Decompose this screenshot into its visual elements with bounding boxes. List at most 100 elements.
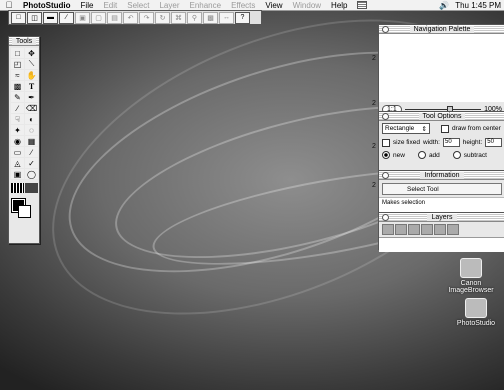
mode-subtract-label: subtract xyxy=(463,151,487,159)
crop-icon[interactable]: ⌘ xyxy=(171,11,186,24)
rotate-icon[interactable]: ↻ xyxy=(155,11,170,24)
blur-tool-icon[interactable]: ◌ xyxy=(25,125,38,135)
brush-tool-icon[interactable]: ✒ xyxy=(25,92,38,102)
stamp-tool-icon[interactable]: ▩ xyxy=(11,81,24,91)
shape-select-value: Rectangle xyxy=(385,125,415,132)
new-file-icon[interactable]: □ xyxy=(11,11,26,24)
menu-enhance[interactable]: Enhance xyxy=(184,1,226,10)
mode-subtract-radio[interactable] xyxy=(452,151,461,159)
layers-list[interactable] xyxy=(379,237,504,252)
desktop-icon-label: Canon ImageBrowser xyxy=(448,280,494,294)
desktop-icon-canon-imagebrowser[interactable]: Canon ImageBrowser xyxy=(438,258,504,294)
mode-add-label: add xyxy=(428,151,440,159)
select-tool-button[interactable]: Select Tool xyxy=(382,183,502,195)
print-icon[interactable]: ∕ xyxy=(59,11,74,24)
close-box-icon[interactable] xyxy=(382,214,389,221)
background-color-swatch[interactable] xyxy=(18,205,31,218)
magic-wand-tool-icon[interactable]: ≈ xyxy=(11,70,24,80)
app-icon xyxy=(465,298,487,318)
layer-properties-icon[interactable] xyxy=(421,224,433,235)
slash-tool-icon[interactable]: ∕ xyxy=(25,147,38,157)
camera-icon xyxy=(460,258,482,278)
close-box-icon[interactable] xyxy=(382,26,389,33)
mode-new-radio[interactable] xyxy=(382,151,390,159)
pencil-tool-icon[interactable]: ✎ xyxy=(11,92,24,102)
navigation-titlebar[interactable]: Navigation Palette xyxy=(379,25,504,34)
tool-options-titlebar[interactable]: Tool Options xyxy=(379,112,504,121)
mode-add-radio[interactable] xyxy=(417,151,426,159)
texture-icon[interactable] xyxy=(25,183,38,193)
open-file-icon[interactable]: ◫ xyxy=(27,11,42,24)
pattern-icon[interactable] xyxy=(11,183,24,193)
draw-from-center-checkbox[interactable] xyxy=(441,124,449,133)
scan-icon[interactable]: ▬ xyxy=(43,11,58,24)
flip-icon[interactable]: ↔ xyxy=(219,11,234,24)
eraser-tool-icon[interactable]: ⌫ xyxy=(25,103,38,113)
layer-buttons xyxy=(379,222,504,237)
close-box-icon[interactable] xyxy=(382,172,389,179)
gradient-tool-icon[interactable]: ▦ xyxy=(25,136,38,146)
layers-palette: Layers xyxy=(378,212,504,252)
menu-layer[interactable]: Layer xyxy=(154,1,184,10)
move-tool-icon[interactable]: ✥ xyxy=(25,48,38,58)
close-box-icon[interactable] xyxy=(382,113,389,120)
undo-icon[interactable]: ↶ xyxy=(123,11,138,24)
airbrush-tool-icon[interactable]: ∕ xyxy=(11,103,24,113)
hand-tool-icon[interactable]: ✋ xyxy=(25,70,38,80)
delete-layer-icon[interactable] xyxy=(434,224,446,235)
apple-menu-icon[interactable]:  xyxy=(0,0,18,10)
menu-select[interactable]: Select xyxy=(122,1,154,10)
smudge-tool-icon[interactable]: ☟ xyxy=(11,114,24,124)
side-mark: 2 xyxy=(372,100,376,107)
height-label: height: xyxy=(462,139,483,146)
tool-options-title: Tool Options xyxy=(418,112,466,120)
menu-window[interactable]: Window xyxy=(288,1,326,10)
desktop-icon-photostudio[interactable]: PhotoStudio xyxy=(448,298,504,327)
text-tool-icon[interactable]: T xyxy=(25,81,38,91)
rectangle-shape-tool-icon[interactable]: ▭ xyxy=(11,147,24,157)
redo-icon[interactable]: ↷ xyxy=(139,11,154,24)
navigation-palette: Navigation Palette 1:1 100% xyxy=(378,24,504,120)
layers-titlebar[interactable]: Layers xyxy=(379,213,504,222)
sharpen-tool-icon[interactable]: ✦ xyxy=(11,125,24,135)
shape-select[interactable]: Rectangle ⇕ xyxy=(382,123,430,134)
paste-icon[interactable]: ▤ xyxy=(107,11,122,24)
dodge-tool-icon[interactable]: ◐ xyxy=(25,114,38,124)
menu-clock[interactable]: Thu 1:45 PM xyxy=(455,1,501,10)
zoom-tool-icon[interactable]: ▣ xyxy=(11,169,24,179)
help-icon[interactable]: ? xyxy=(235,11,250,24)
keyboard-flag-icon[interactable] xyxy=(356,1,367,9)
copy-icon[interactable]: ▢ xyxy=(91,11,106,24)
menu-effects[interactable]: Effects xyxy=(226,1,260,10)
size-fixed-checkbox[interactable] xyxy=(382,138,390,147)
merge-layer-icon[interactable] xyxy=(408,224,420,235)
information-titlebar[interactable]: Information xyxy=(379,171,504,180)
tools-titlebar[interactable]: Tools xyxy=(9,37,39,46)
layer-options-icon[interactable] xyxy=(447,224,459,235)
lasso-tool-icon[interactable]: ◰ xyxy=(11,59,24,69)
options-row-2: size fixed width: 50 height: 50 xyxy=(379,136,504,149)
bucket-tool-icon[interactable]: ◯ xyxy=(25,169,38,179)
duplicate-layer-icon[interactable] xyxy=(395,224,407,235)
rect-select-tool-icon[interactable]: □ xyxy=(11,48,24,58)
zoom-icon[interactable]: ⚲ xyxy=(187,11,202,24)
new-layer-icon[interactable] xyxy=(382,224,394,235)
width-field[interactable]: 50 xyxy=(442,138,460,147)
height-field[interactable]: 50 xyxy=(485,138,503,147)
menu-help[interactable]: Help xyxy=(326,1,352,10)
line-tool-icon[interactable]: ⟍ xyxy=(25,59,38,69)
size-fixed-label: size fixed xyxy=(392,139,420,146)
navigation-preview[interactable] xyxy=(379,34,504,102)
crop-tool-icon[interactable]: ◬ xyxy=(11,158,24,168)
speaker-icon[interactable]: 🔊 xyxy=(439,1,449,10)
eyedropper-tool-icon[interactable]: ✓ xyxy=(25,158,38,168)
menu-app-name[interactable]: PhotoStudio xyxy=(18,1,76,10)
menu-view[interactable]: View xyxy=(260,1,287,10)
menu-file[interactable]: File xyxy=(76,1,99,10)
color-swatches[interactable] xyxy=(9,197,39,225)
fill-tool-icon[interactable]: ◉ xyxy=(11,136,24,146)
zoom-slider[interactable] xyxy=(404,105,482,114)
save-icon[interactable]: ▣ xyxy=(75,11,90,24)
menu-edit[interactable]: Edit xyxy=(98,1,122,10)
resize-icon[interactable]: ▩ xyxy=(203,11,218,24)
